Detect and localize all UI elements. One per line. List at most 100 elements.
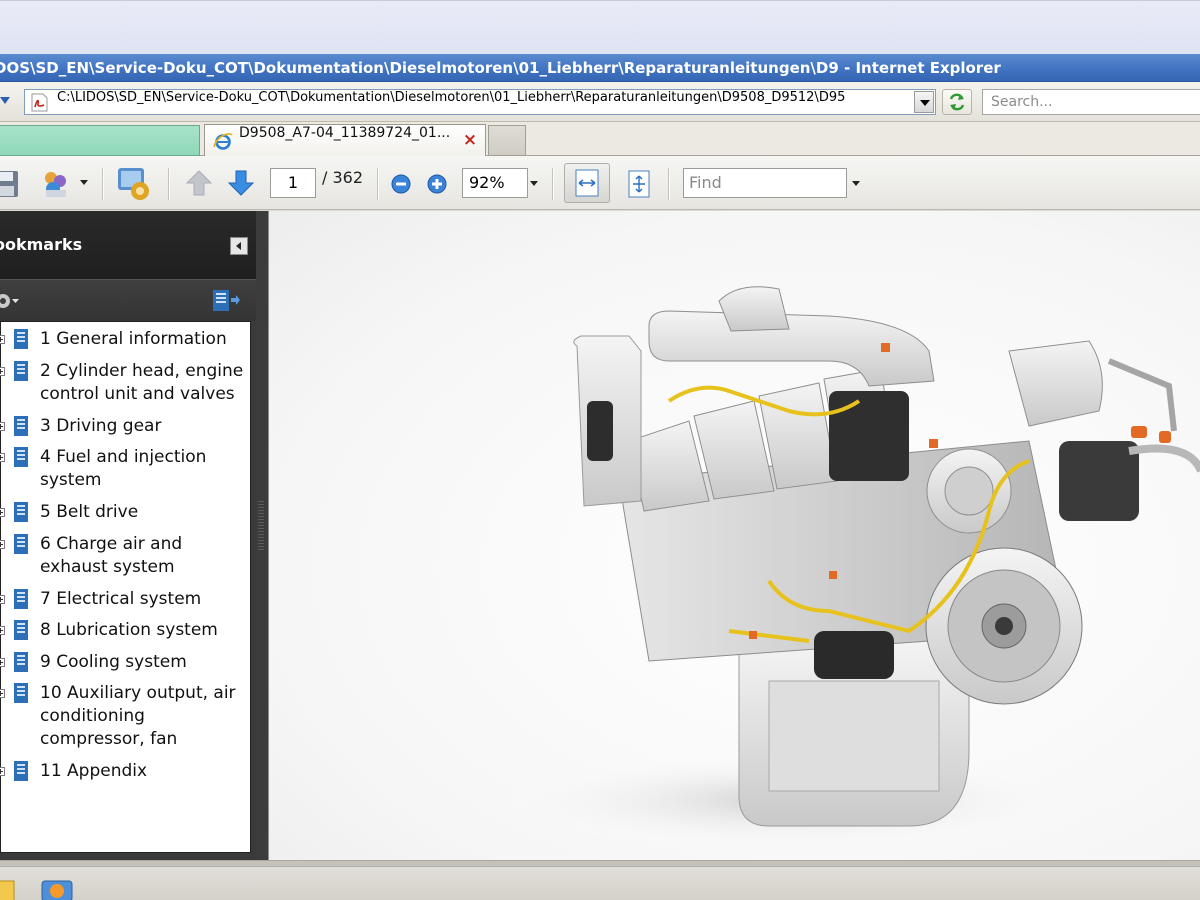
- expand-icon[interactable]: [0, 335, 5, 344]
- bookmark-item[interactable]: 9 Cooling system: [0, 651, 252, 679]
- refresh-icon: [949, 93, 965, 111]
- bookmark-label: 7 Electrical system: [40, 589, 202, 609]
- find-input[interactable]: Find: [683, 168, 847, 198]
- close-tab-button[interactable]: ×: [461, 130, 479, 150]
- fit-width-icon: [575, 169, 599, 197]
- diesel-engine-illustration: [489, 286, 1200, 851]
- bookmark-item[interactable]: 4 Fuel and injection system: [0, 446, 252, 498]
- media-player-icon[interactable]: [40, 875, 80, 900]
- chevron-down-icon[interactable]: [80, 180, 88, 186]
- expand-icon[interactable]: [0, 422, 5, 431]
- expand-icon[interactable]: [0, 595, 5, 604]
- address-url[interactable]: C:\LIDOS\SD_EN\Service-Doku_COT\Dokument…: [57, 90, 907, 105]
- bookmark-icon: [14, 416, 28, 436]
- bookmarks-pane: ookmarks 1 General information 2 Cylinde…: [0, 211, 268, 860]
- bookmark-item[interactable]: 8 Lubrication system: [0, 619, 252, 647]
- bookmark-item[interactable]: 10 Auxiliary output, air conditioning co…: [0, 682, 252, 756]
- bookmark-item[interactable]: 7 Electrical system: [0, 588, 252, 616]
- expand-icon[interactable]: [0, 767, 5, 776]
- bookmark-icon: [14, 534, 28, 554]
- bookmark-icon: [14, 502, 28, 522]
- document-page: [269, 211, 1200, 860]
- address-field[interactable]: C:\LIDOS\SD_EN\Service-Doku_COT\Dokument…: [24, 89, 936, 115]
- expand-icon[interactable]: [0, 626, 5, 635]
- tab-document[interactable]: D9508_A7-04_11389724_01... ×: [204, 124, 486, 156]
- bottom-taskbar: [0, 860, 1200, 900]
- tab-document-label: D9508_A7-04_11389724_01...: [239, 125, 451, 141]
- bookmark-label: 6 Charge air and exhaust system: [40, 534, 183, 577]
- pdf-toolbar: 1 / 362 92% Find: [0, 156, 1200, 210]
- window-title-bar: DOS\SD_EN\Service-Doku_COT\Dokumentation…: [0, 54, 1200, 82]
- pdf-file-icon: [31, 93, 48, 112]
- save-icon[interactable]: [0, 168, 22, 200]
- expand-icon[interactable]: [0, 689, 5, 698]
- page-number-input[interactable]: 1: [270, 168, 316, 198]
- share-icon[interactable]: [40, 168, 74, 200]
- bookmark-icon: [14, 589, 28, 609]
- bookmark-label: 2 Cylinder head, engine control unit and…: [40, 361, 244, 404]
- fit-width-button[interactable]: [564, 163, 610, 203]
- bookmark-label: 8 Lubrication system: [40, 620, 218, 640]
- bookmark-icon: [14, 447, 28, 467]
- bookmark-label: 5 Belt drive: [40, 502, 139, 522]
- bookmark-icon: [14, 620, 28, 640]
- expand-icon[interactable]: [0, 367, 5, 376]
- bookmark-label: 11 Appendix: [40, 761, 148, 781]
- toolbar-separator: [102, 168, 104, 200]
- search-input[interactable]: Search...: [982, 89, 1200, 115]
- expand-icon[interactable]: [0, 508, 5, 517]
- find-dropdown-icon[interactable]: [852, 181, 860, 186]
- bookmark-item[interactable]: 2 Cylinder head, engine control unit and…: [0, 360, 252, 412]
- document-view[interactable]: [268, 211, 1200, 860]
- toolbar-separator: [377, 168, 379, 200]
- refresh-button[interactable]: [942, 89, 972, 115]
- bookmarks-list: 1 General information 2 Cylinder head, e…: [0, 321, 251, 853]
- bookmarks-header: ookmarks: [0, 211, 256, 279]
- zoom-out-icon[interactable]: [390, 173, 412, 195]
- bookmark-item[interactable]: 3 Driving gear: [0, 415, 252, 443]
- arrow-down-icon[interactable]: [226, 168, 256, 198]
- gear-icon[interactable]: [0, 290, 22, 312]
- bookmarks-title: ookmarks: [0, 235, 83, 254]
- collapse-pane-button[interactable]: [230, 237, 248, 255]
- bookmark-icon: [14, 683, 28, 703]
- bookmarks-toolbar: [0, 279, 256, 321]
- toolbar-separator: [552, 168, 554, 200]
- page-total: / 362: [322, 168, 364, 187]
- toolbar-separator: [168, 168, 170, 200]
- expand-icon[interactable]: [0, 540, 5, 549]
- settings-icon[interactable]: [114, 165, 154, 203]
- frame-border: [0, 861, 1200, 867]
- expand-bookmark-icon[interactable]: [210, 288, 242, 314]
- bookmark-label: 9 Cooling system: [40, 652, 187, 672]
- bookmark-item[interactable]: 11 Appendix: [0, 760, 252, 788]
- internet-explorer-icon: [213, 133, 233, 150]
- zoom-level-input[interactable]: 92%: [462, 168, 528, 198]
- expand-icon[interactable]: [0, 453, 5, 462]
- top-band: [0, 0, 1200, 54]
- zoom-in-icon[interactable]: [426, 173, 448, 195]
- bookmark-item[interactable]: 1 General information: [0, 328, 252, 356]
- splitter-grip[interactable]: [258, 501, 264, 551]
- bookmark-item[interactable]: 6 Charge air and exhaust system: [0, 533, 252, 585]
- address-dropdown-button[interactable]: [914, 91, 934, 113]
- toolbar-separator: [668, 168, 670, 200]
- bookmark-icon: [14, 361, 28, 381]
- bookmark-label: 3 Driving gear: [40, 416, 162, 436]
- bookmark-icon: [14, 329, 28, 349]
- window-title: DOS\SD_EN\Service-Doku_COT\Dokumentation…: [0, 59, 1001, 77]
- back-arrow-icon[interactable]: [0, 94, 14, 108]
- address-toolbar: C:\LIDOS\SD_EN\Service-Doku_COT\Dokument…: [0, 82, 1200, 122]
- bookmark-label: 10 Auxiliary output, air conditioning co…: [40, 683, 236, 749]
- expand-icon[interactable]: [0, 658, 5, 667]
- new-tab-button[interactable]: [488, 125, 526, 156]
- bookmark-icon: [14, 761, 28, 781]
- tab-quick[interactable]: [0, 125, 200, 156]
- folder-icon[interactable]: [0, 875, 16, 900]
- zoom-dropdown-icon[interactable]: [530, 181, 538, 186]
- fit-page-icon[interactable]: [624, 168, 654, 200]
- bookmark-item[interactable]: 5 Belt drive: [0, 501, 252, 529]
- bookmark-icon: [14, 652, 28, 672]
- bookmark-label: 4 Fuel and injection system: [40, 447, 207, 490]
- arrow-up-icon[interactable]: [184, 168, 214, 198]
